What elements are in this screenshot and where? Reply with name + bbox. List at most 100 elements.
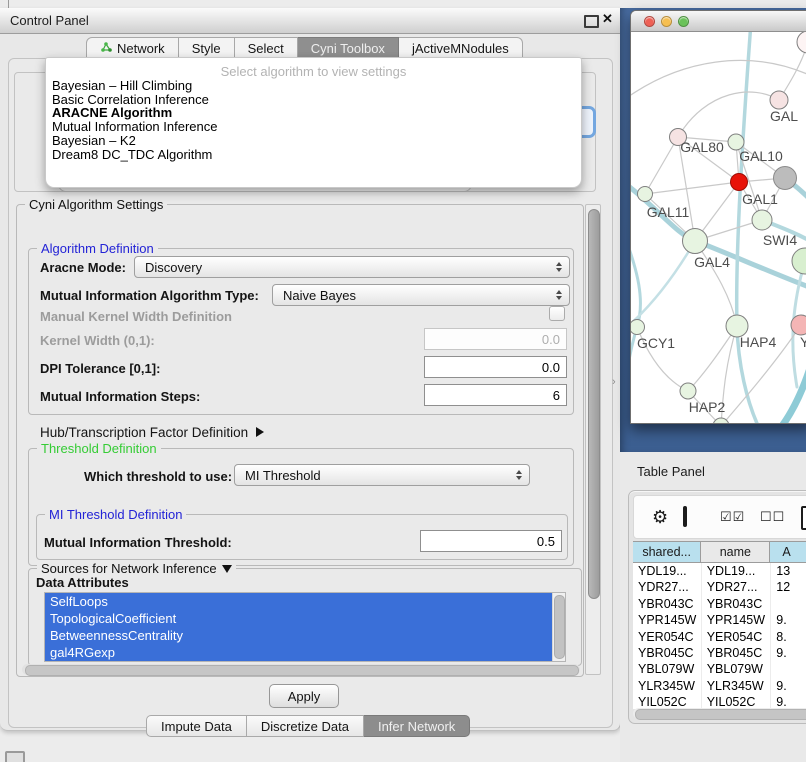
close-icon[interactable]: ✕ [602,11,613,27]
network-node-gal11[interactable] [638,187,653,202]
settings-horizontal-scrollbar[interactable] [22,664,580,675]
attribute-list-item[interactable]: BetweennessCentrality [45,627,552,644]
network-node-hap2[interactable] [680,383,696,399]
table-horizontal-scrollbar[interactable] [633,708,806,719]
scrollbar-thumb[interactable] [588,209,600,599]
table-toolbar: ⚙ ☑☑ ☐☐ [633,495,806,539]
attribute-list-item[interactable]: gal4RGexp [45,644,552,661]
table-cell: YDR27... [633,579,702,595]
panel-resize-chevron[interactable]: › [612,376,616,388]
mi-steps-label: Mutual Information Steps: [40,389,200,404]
algorithm-menu-item[interactable]: Bayesian – Hill Climbing [46,79,581,93]
algorithm-menu-item[interactable]: ARACNE Algorithm [46,106,581,120]
settings-vertical-scrollbar[interactable] [585,204,601,675]
network-view-window[interactable]: GALGAL80GAL10GAL1GAL11GAL4SWI4GCY1HAP4YH… [630,10,806,424]
unchecked-columns-icon[interactable]: ☐☐ [760,509,785,525]
hub-definition-toggle[interactable]: Hub/Transcription Factor Definition [40,425,264,440]
network-node[interactable] [731,174,748,191]
tab-label: Cyni Toolbox [311,41,385,56]
gear-icon[interactable]: ⚙ [652,508,668,526]
network-canvas[interactable]: GALGAL80GAL10GAL1GAL11GAL4SWI4GCY1HAP4YH… [631,32,806,423]
table-cell: YIL052C [633,694,702,709]
stepper-icon [556,285,562,305]
column-header[interactable]: shared... [633,542,701,562]
network-node-swi4[interactable] [792,248,806,274]
dpi-tolerance-field[interactable]: 0.0 [424,356,567,378]
algorithm-menu-item[interactable]: Dream8 DC_TDC Algorithm [46,148,581,162]
which-threshold-combobox[interactable]: MI Threshold [234,464,530,486]
network-window-titlebar[interactable] [631,11,806,32]
table-row[interactable]: YBL079WYBL079W [633,661,806,677]
network-node[interactable] [774,167,797,190]
node-label: SWI4 [763,232,797,248]
dropdown-prompt: Select algorithm to view settings [46,64,581,79]
scrollbar-thumb[interactable] [25,665,579,676]
table-row[interactable]: YDR27...YDR27...12 [633,579,806,595]
algorithm-menu-item[interactable]: Mutual Information Inference [46,120,581,134]
column-header[interactable]: name [701,542,770,562]
collapsed-panel-icon[interactable] [5,751,25,762]
float-panel-icon[interactable] [584,15,599,28]
algorithm-menu-item[interactable]: Basic Correlation Inference [46,93,581,107]
collapse-triangle-icon[interactable] [222,565,232,573]
table-row[interactable]: YBR045CYBR045C9. [633,645,806,661]
group-title: MI Threshold Definition [45,507,186,522]
table-header-row: shared...nameA [633,541,806,563]
tab-infer-network[interactable]: Infer Network [364,715,470,737]
scrollbar-thumb[interactable] [554,595,565,659]
columns-icon[interactable] [683,506,687,527]
table-row[interactable]: YER054CYER054C8. [633,629,806,645]
table-cell: YBR045C [702,645,772,661]
node-label: Y [800,334,806,350]
attribute-list-item[interactable]: SelfLoops [45,593,552,610]
table-row[interactable]: YBR043CYBR043C [633,596,806,612]
network-node[interactable] [797,32,806,53]
table-row[interactable]: YLR345WYLR345W9. [633,678,806,694]
mi-threshold-field[interactable]: 0.5 [420,530,562,552]
expand-triangle-icon[interactable] [256,427,264,437]
table-cell [771,596,806,612]
manual-kernel-checkbox[interactable] [549,306,565,321]
table-cell: 9. [771,694,806,709]
network-node-gcy1[interactable] [631,320,645,335]
field-value: 0.0 [542,332,560,347]
attributes-scrollbar[interactable] [552,593,565,661]
sources-group-title[interactable]: Sources for Network Inference [37,561,236,576]
kernel-width-field[interactable]: 0.0 [424,328,567,350]
node-label: GAL80 [680,139,724,155]
table-panel-title: Table Panel [637,464,705,479]
minimize-traffic-light-icon[interactable] [661,16,672,27]
table-row[interactable]: YIL052CYIL052C9. [633,694,806,709]
apply-button[interactable]: Apply [269,684,339,708]
network-node-y[interactable] [791,315,806,335]
mi-steps-field[interactable]: 6 [424,384,567,406]
attribute-list-item[interactable]: TopologicalCoefficient [45,610,552,627]
mi-type-combobox[interactable]: Naive Bayes [272,284,570,306]
tab-discretize-data[interactable]: Discretize Data [247,715,364,737]
table-cell: 9. [771,678,806,694]
network-node-gal4[interactable] [683,229,708,254]
file-icon[interactable] [801,506,806,530]
node-label: GAL [770,108,798,124]
table-row[interactable]: YDL19...YDL19...13 [633,563,806,579]
tab-impute-data[interactable]: Impute Data [146,715,247,737]
network-node-gal1[interactable] [752,210,772,230]
aracne-mode-combobox[interactable]: Discovery [134,256,570,278]
scrollbar-thumb[interactable] [635,709,806,720]
table-panel-container: ⚙ ☑☑ ☐☐ shared...nameA YDL19...YDL19...1… [628,490,806,724]
algorithm-menu-item[interactable]: Bayesian – K2 [46,134,581,148]
column-header[interactable]: A [770,542,806,562]
table-cell: YBR045C [633,645,702,661]
network-node-gal[interactable] [770,91,788,109]
node-table[interactable]: shared...nameA YDL19...YDL19...13YDR27..… [633,541,806,709]
checked-columns-icon[interactable]: ☑☑ [720,509,745,525]
field-value: 0.5 [537,534,555,549]
zoom-traffic-light-icon[interactable] [678,16,689,27]
table-cell: YER054C [702,629,772,645]
mi-type-label: Mutual Information Algorithm Type: [40,288,259,303]
data-attributes-list[interactable]: SelfLoopsTopologicalCoefficientBetweenne… [44,592,566,662]
manual-kernel-label: Manual Kernel Width Definition [40,309,232,324]
table-cell: YLR345W [702,678,772,694]
close-traffic-light-icon[interactable] [644,16,655,27]
table-row[interactable]: YPR145WYPR145W9. [633,612,806,628]
